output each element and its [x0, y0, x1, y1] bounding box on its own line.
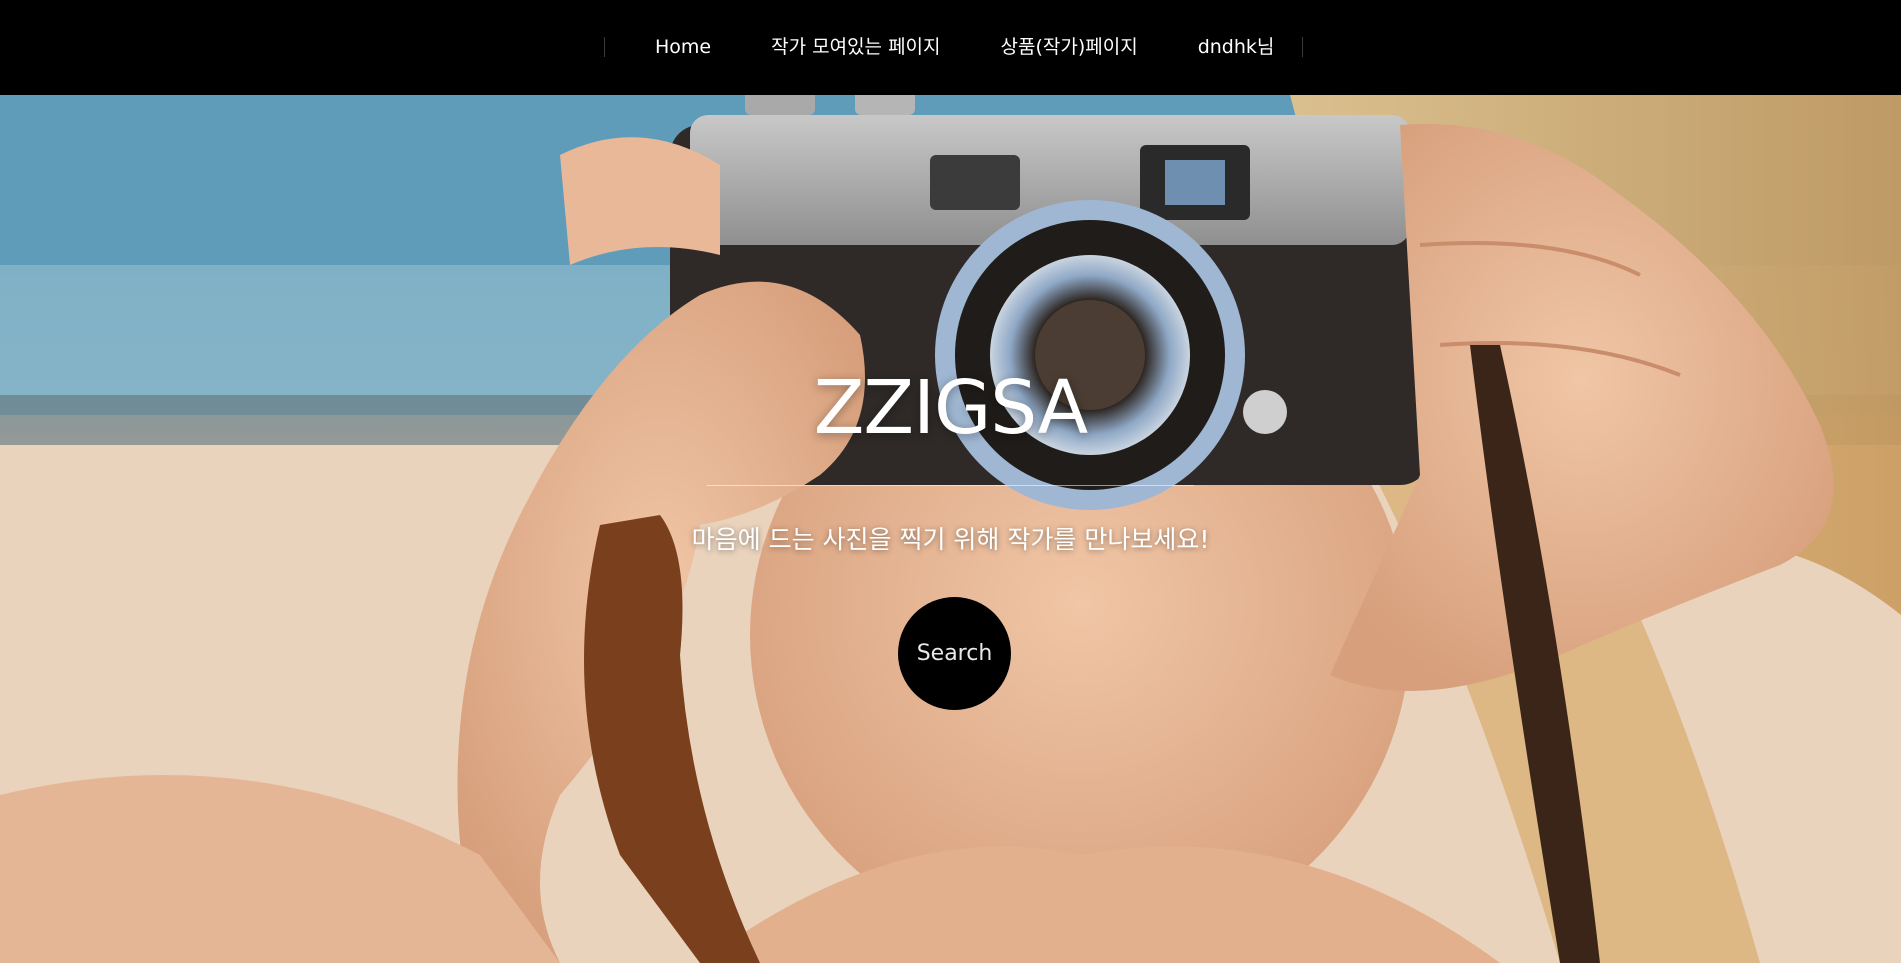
- top-navigation: Home 작가 모여있는 페이지 상품(작가)페이지 dndhk님: [0, 0, 1901, 95]
- nav-link-user[interactable]: dndhk님: [1198, 37, 1275, 57]
- nav-link-products[interactable]: 상품(작가)페이지: [1001, 37, 1138, 57]
- hero-subtitle: 마음에 드는 사진을 찍기 위해 작가를 만나보세요!: [691, 525, 1210, 554]
- nav-link-artists[interactable]: 작가 모여있는 페이지: [771, 37, 940, 57]
- page: Home 작가 모여있는 페이지 상품(작가)페이지 dndhk님 ZZIGSA…: [0, 0, 1901, 963]
- hero-title: ZZIGSA: [813, 365, 1089, 451]
- hero-section: ZZIGSA 마음에 드는 사진을 찍기 위해 작가를 만나보세요! Searc…: [0, 95, 1901, 963]
- nav-link-home[interactable]: Home: [655, 37, 711, 57]
- hero-divider: [707, 485, 1194, 486]
- nav-menu: Home 작가 모여있는 페이지 상품(작가)페이지 dndhk님: [604, 37, 1304, 57]
- search-button[interactable]: Search: [898, 597, 1011, 710]
